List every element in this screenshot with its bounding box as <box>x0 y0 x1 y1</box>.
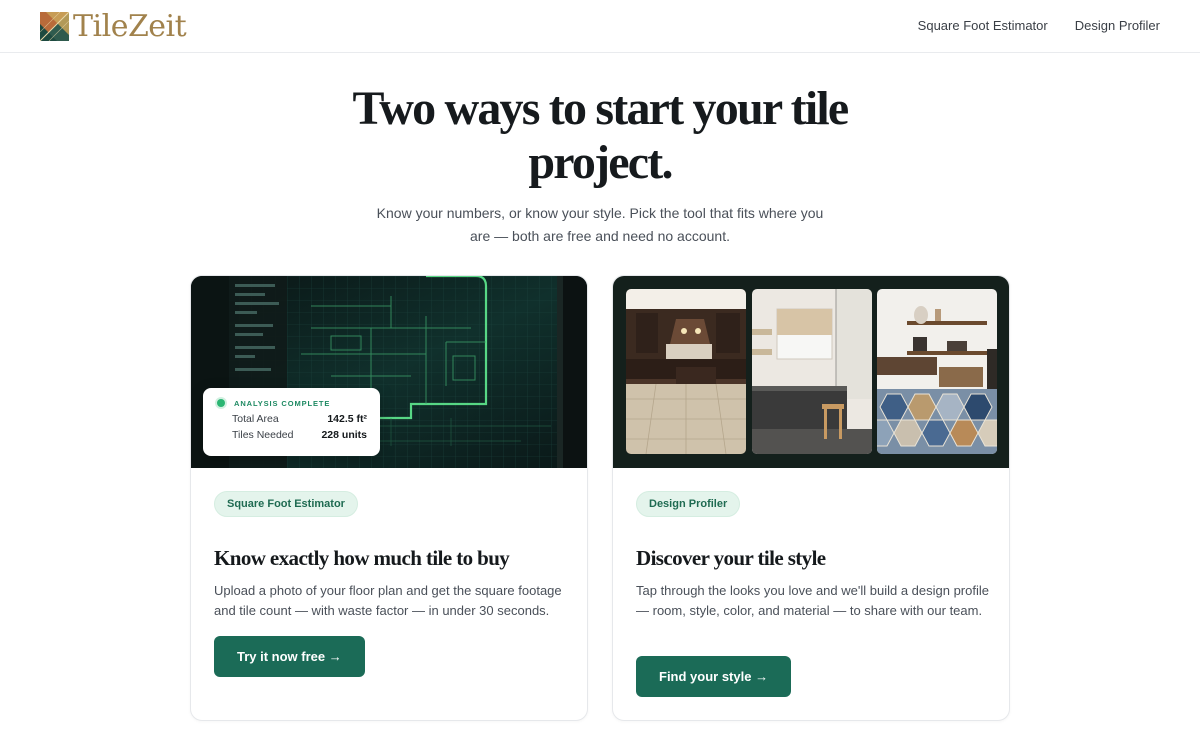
analysis-overlay: ANALYSIS COMPLETE Total Area 142.5 ft² T… <box>203 388 380 456</box>
estimator-tag: Square Foot Estimator <box>214 491 358 517</box>
try-it-now-button[interactable]: Try it now free → <box>214 636 365 677</box>
analysis-status: ANALYSIS COMPLETE <box>234 398 331 408</box>
find-your-style-button[interactable]: Find your style → <box>636 656 792 697</box>
hero-subtitle: Know your numbers, or know your style. P… <box>376 205 824 244</box>
total-area-label: Total Area <box>232 413 279 425</box>
green-dot-icon <box>217 399 225 407</box>
profiler-tag: Design Profiler <box>636 491 741 517</box>
tiles-needed-value: 228 units <box>321 429 367 441</box>
nav-link-design-profiler[interactable]: Design Profiler <box>1075 17 1160 35</box>
nav-link-square-foot-estimator[interactable]: Square Foot Estimator <box>918 17 1048 35</box>
analysis-row-tiles: Tiles Needed 228 units <box>216 429 367 441</box>
profiler-description: Tap through the looks you love and we'll… <box>636 583 989 618</box>
profiler-card: Design Profiler Discover your tile style… <box>612 275 1010 721</box>
total-area-value: 142.5 ft² <box>327 413 367 425</box>
top-nav: Square Foot Estimator Design Profiler <box>918 17 1160 35</box>
tile-grid-logo-icon <box>40 12 69 41</box>
tiles-needed-label: Tiles Needed <box>232 429 294 441</box>
estimator-title: Know exactly how much tile to buy <box>214 546 510 570</box>
kitchen-photo <box>626 289 746 454</box>
living-room-photo <box>877 289 997 454</box>
bathroom-photo <box>752 289 872 454</box>
brand-logo[interactable]: TileZeit <box>40 9 187 44</box>
analysis-row-area: Total Area 142.5 ft² <box>216 413 367 425</box>
style-gallery <box>613 276 1009 468</box>
hero-title: Two ways to start your tile project. <box>352 82 850 189</box>
floor-plan-image: ANALYSIS COMPLETE Total Area 142.5 ft² T… <box>191 276 587 468</box>
brand-name: TileZeit <box>73 9 187 44</box>
profiler-title: Discover your tile style <box>636 546 826 570</box>
site-header: TileZeit Square Foot Estimator Design Pr… <box>0 0 1200 53</box>
estimator-description: Upload a photo of your floor plan and ge… <box>214 583 562 618</box>
estimator-card: ANALYSIS COMPLETE Total Area 142.5 ft² T… <box>190 275 588 721</box>
